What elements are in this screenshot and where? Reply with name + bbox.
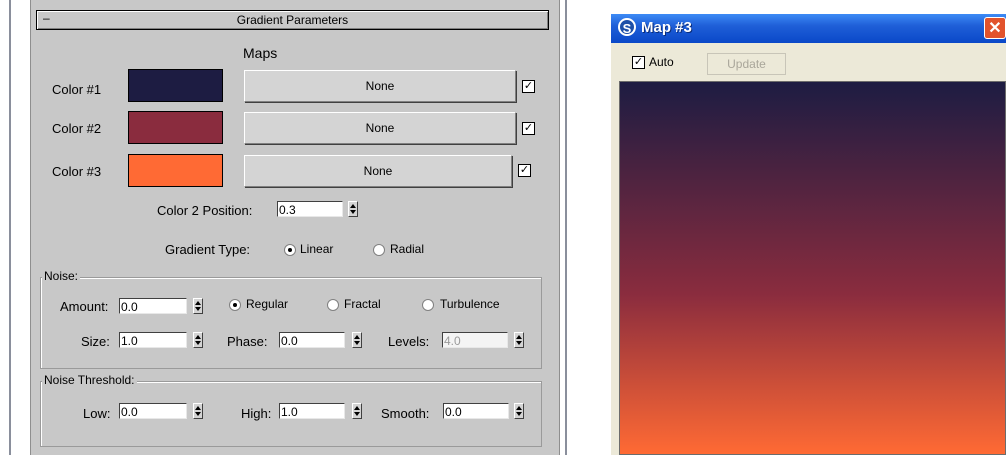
noise-threshold-title: Noise Threshold: <box>42 373 137 387</box>
window-titlebar[interactable]: S Map #3 ✕ <box>611 14 1006 43</box>
color3-map-label: None <box>363 164 393 178</box>
update-button: Update <box>707 53 786 75</box>
preview-toolbar: ✓ Auto Update <box>611 43 1006 81</box>
auto-checkbox[interactable]: ✓ <box>632 56 645 69</box>
threshold-smooth-spinner[interactable] <box>514 403 524 419</box>
color1-label: Color #1 <box>52 82 102 97</box>
threshold-low-input[interactable]: 0.0 <box>119 403 187 419</box>
map-preview-window: S Map #3 ✕ ✓ Auto Update <box>611 14 1006 455</box>
noise-levels-spinner <box>514 332 524 348</box>
color2-map-label: None <box>365 121 395 135</box>
noise-fractal-label: Fractal <box>344 297 381 311</box>
close-icon: ✕ <box>988 20 1002 37</box>
noise-turbulence-label: Turbulence <box>440 297 500 311</box>
noise-size-spinner[interactable] <box>193 332 203 348</box>
noise-phase-input[interactable]: 0.0 <box>279 332 345 348</box>
radial-label: Radial <box>390 242 425 256</box>
noise-turbulence-radio[interactable] <box>422 299 434 311</box>
noise-group-title: Noise: <box>42 269 81 283</box>
panel-divider-right <box>565 0 567 455</box>
linear-radio[interactable] <box>284 244 296 256</box>
color2-label: Color #2 <box>52 121 102 136</box>
color2-position-spinner[interactable] <box>348 201 358 217</box>
maps-heading: Maps <box>243 45 278 61</box>
noise-phase-label: Phase: <box>227 334 268 349</box>
window-title: Map #3 <box>641 19 692 36</box>
check-icon: ✓ <box>519 164 530 176</box>
noise-regular-label: Regular <box>246 297 289 311</box>
color3-label: Color #3 <box>52 164 102 179</box>
noise-size-label: Size: <box>81 334 110 349</box>
noise-amount-label: Amount: <box>60 299 109 314</box>
color1-map-button[interactable]: None <box>244 70 516 102</box>
color1-map-checkbox[interactable]: ✓ <box>522 80 535 93</box>
threshold-high-input[interactable]: 1.0 <box>279 403 345 419</box>
color2-map-checkbox[interactable]: ✓ <box>522 122 535 135</box>
noise-levels-label: Levels: <box>388 334 430 349</box>
panel-divider-left <box>9 0 11 455</box>
color3-map-checkbox[interactable]: ✓ <box>518 164 531 177</box>
color2-position-label: Color 2 Position: <box>157 203 253 218</box>
check-icon: ✓ <box>633 56 644 68</box>
app-logo-icon: S <box>618 18 636 36</box>
auto-label: Auto <box>649 55 674 69</box>
noise-regular-radio[interactable] <box>229 299 241 311</box>
color2-swatch[interactable] <box>128 111 223 144</box>
close-button[interactable]: ✕ <box>984 17 1006 39</box>
noise-amount-spinner[interactable] <box>193 298 203 314</box>
linear-label: Linear <box>300 242 334 256</box>
threshold-low-spinner[interactable] <box>193 403 203 419</box>
threshold-high-spinner[interactable] <box>352 403 362 419</box>
check-icon: ✓ <box>523 80 534 92</box>
threshold-smooth-input[interactable]: 0.0 <box>443 403 509 419</box>
threshold-smooth-label: Smooth: <box>381 406 430 421</box>
color3-swatch[interactable] <box>128 154 223 187</box>
color3-map-button[interactable]: None <box>244 155 512 187</box>
noise-size-input[interactable]: 1.0 <box>119 332 187 348</box>
noise-phase-spinner[interactable] <box>352 332 362 348</box>
rollout-panel-frame: – Gradient Parameters Maps Color #1 None… <box>0 0 590 455</box>
threshold-low-label: Low: <box>83 406 111 421</box>
color2-position-input[interactable]: 0.3 <box>277 201 343 217</box>
update-label: Update <box>727 57 766 71</box>
noise-amount-input[interactable]: 0.0 <box>119 298 187 314</box>
rollout-header[interactable]: – Gradient Parameters <box>36 10 549 30</box>
rollout-title: Gradient Parameters <box>236 13 349 27</box>
noise-group <box>40 277 542 369</box>
color1-map-label: None <box>365 79 395 93</box>
radial-radio[interactable] <box>373 244 385 256</box>
color1-swatch[interactable] <box>128 69 223 102</box>
check-icon: ✓ <box>523 122 534 134</box>
noise-fractal-radio[interactable] <box>327 299 339 311</box>
color2-map-button[interactable]: None <box>244 112 516 144</box>
gradient-preview <box>619 81 1006 455</box>
gradient-type-label: Gradient Type: <box>165 242 251 257</box>
noise-levels-input: 4.0 <box>442 332 508 348</box>
threshold-high-label: High: <box>241 406 272 421</box>
